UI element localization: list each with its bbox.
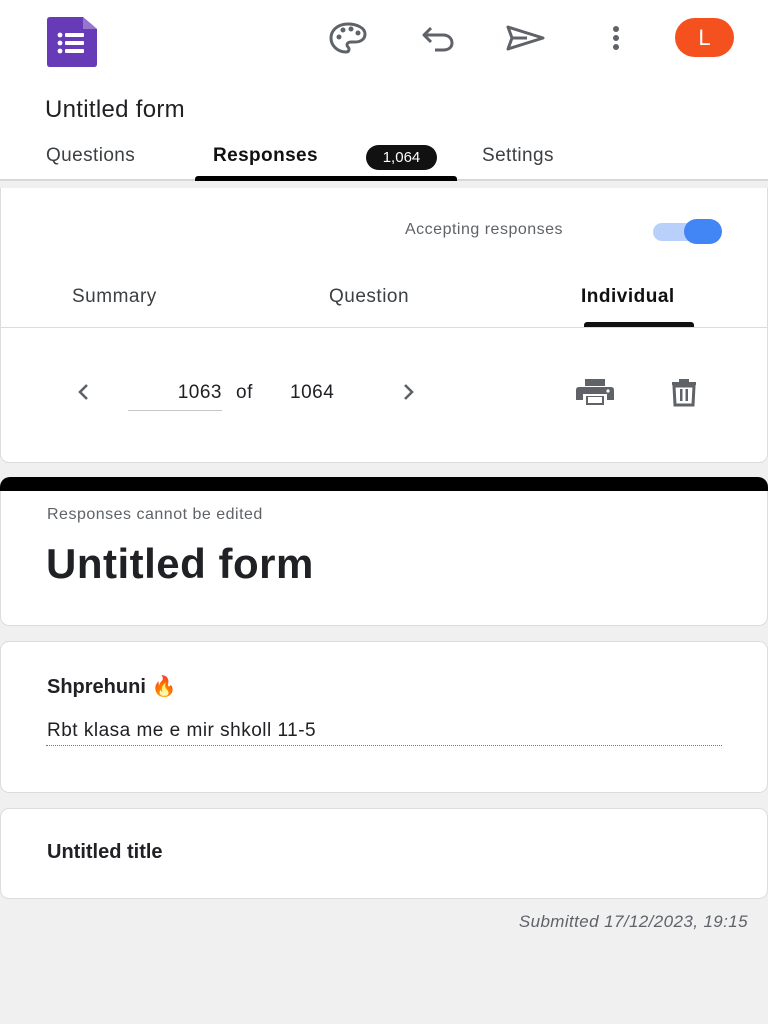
form-title[interactable]: Untitled form <box>45 96 185 124</box>
subtab-question[interactable]: Question <box>329 286 409 308</box>
forms-logo-icon[interactable] <box>43 17 97 67</box>
active-tab-indicator <box>195 176 457 181</box>
subtab-individual[interactable]: Individual <box>581 286 675 308</box>
response-number-input[interactable]: 1063 <box>128 378 222 411</box>
divider <box>0 327 768 328</box>
question-answer: Rbt klasa me e mir shkoll 11-5 <box>47 720 317 741</box>
delete-trash-icon[interactable] <box>663 374 705 410</box>
previous-response-chevron-left-icon[interactable] <box>71 380 95 404</box>
form-header-accent-bar <box>0 477 768 491</box>
subtab-summary[interactable]: Summary <box>72 286 157 308</box>
pager-of-label: of <box>236 382 253 403</box>
pager-total-label: 1064 <box>290 382 335 403</box>
tab-questions[interactable]: Questions <box>46 145 135 167</box>
avatar[interactable]: L <box>675 18 734 57</box>
app-header: L Untitled form Questions Responses 1,06… <box>0 0 768 181</box>
answer-underline <box>46 745 722 746</box>
question-card <box>0 641 768 793</box>
accepting-responses-label: Accepting responses <box>405 221 564 238</box>
send-icon[interactable] <box>505 18 545 58</box>
print-icon[interactable] <box>574 374 616 410</box>
more-vert-icon[interactable] <box>596 18 636 58</box>
question-title: Shprehuni 🔥 <box>47 676 177 698</box>
next-response-chevron-right-icon[interactable] <box>397 380 421 404</box>
question-title: Untitled title <box>47 841 163 863</box>
submitted-timestamp: Submitted 17/12/2023, 19:15 <box>518 912 748 931</box>
toggle-thumb[interactable] <box>684 219 722 244</box>
cannot-edit-notice: Responses cannot be edited <box>47 506 263 523</box>
tab-settings[interactable]: Settings <box>482 145 554 167</box>
tab-responses[interactable]: Responses <box>213 145 318 167</box>
undo-icon[interactable] <box>418 18 458 58</box>
palette-icon[interactable] <box>328 18 368 58</box>
response-form-title: Untitled form <box>46 540 314 587</box>
responses-count-badge: 1,064 <box>366 145 437 170</box>
